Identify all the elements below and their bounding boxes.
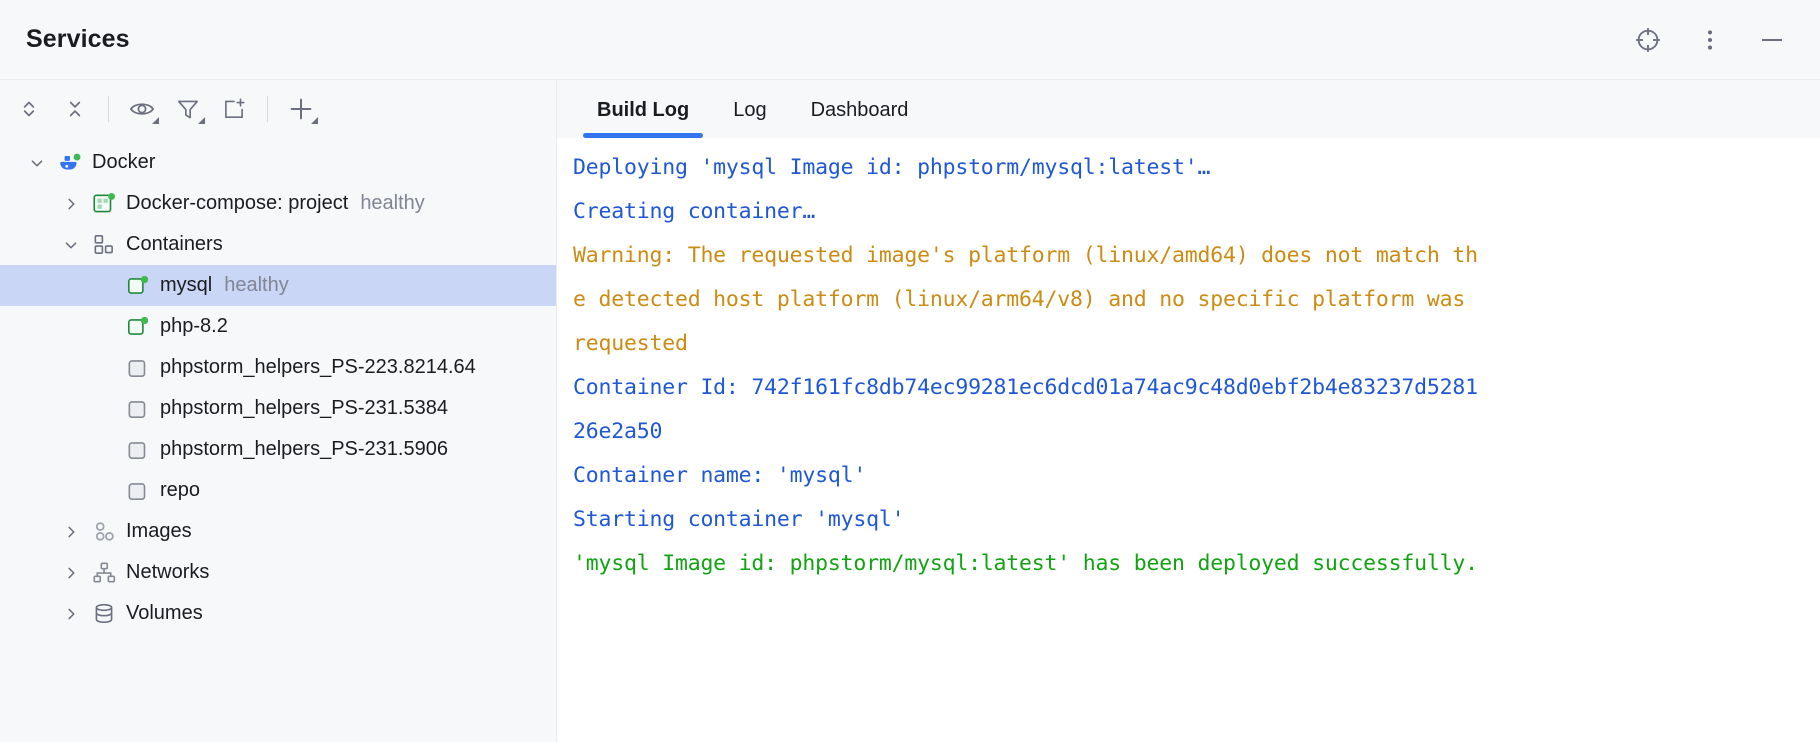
chevron-right-icon[interactable] — [54, 562, 88, 584]
tree-node-label: phpstorm_helpers_PS-231.5906 — [160, 438, 448, 461]
chevron-right-icon[interactable] — [54, 603, 88, 625]
tree-node-label: php-8.2 — [160, 315, 228, 338]
tree-node-label: phpstorm_helpers_PS-223.8214.64 — [160, 356, 476, 379]
docker-icon — [54, 150, 86, 176]
chevron-right-icon[interactable] — [54, 521, 88, 543]
container-stopped-icon — [122, 478, 154, 504]
log-line: e detected host platform (linux/arm64/v8… — [565, 278, 1820, 322]
tree-node-networks[interactable]: Networks — [0, 552, 556, 593]
tree-node-label: repo — [160, 479, 200, 502]
containers-icon — [88, 232, 120, 258]
add-icon[interactable] — [278, 86, 324, 132]
container-stopped-icon — [122, 355, 154, 381]
tree-toolbar — [0, 80, 556, 138]
chevron-down-icon[interactable] — [20, 152, 54, 174]
images-icon — [88, 519, 120, 545]
log-line: Warning: The requested image's platform … — [565, 234, 1820, 278]
tree-node-containers[interactable]: Containers — [0, 224, 556, 265]
locate-icon[interactable] — [1628, 20, 1668, 60]
tree-node-label: Containers — [126, 233, 223, 256]
tree-node-label: Networks — [126, 561, 209, 584]
view-options-icon[interactable] — [119, 86, 165, 132]
services-tool-window: Services — [0, 0, 1820, 742]
log-line: Container name: 'mysql' — [565, 454, 1820, 498]
tree-node-php-8-2[interactable]: php-8.2 — [0, 306, 556, 347]
log-tabs[interactable]: Build LogLogDashboard — [557, 80, 1820, 138]
tree-node-label: Images — [126, 520, 192, 543]
tree-node-images[interactable]: Images — [0, 511, 556, 552]
tree-node-volumes[interactable]: Volumes — [0, 593, 556, 634]
tab-dashboard[interactable]: Dashboard — [789, 82, 931, 138]
minimize-icon[interactable] — [1752, 20, 1792, 60]
tree-node-phpstorm-helpers-ps-231-5906[interactable]: phpstorm_helpers_PS-231.5906 — [0, 429, 556, 470]
container-stopped-icon — [122, 437, 154, 463]
networks-icon — [88, 560, 120, 586]
toolbar-separator-2 — [267, 96, 268, 122]
container-stopped-icon — [122, 396, 154, 422]
chevron-down-icon[interactable] — [54, 234, 88, 256]
log-line: 'mysql Image id: phpstorm/mysql:latest' … — [565, 542, 1820, 586]
toolbar-separator-1 — [108, 96, 109, 122]
tree-node-docker[interactable]: Docker — [0, 142, 556, 183]
title-bar: Services — [0, 0, 1820, 80]
log-line: 26e2a50 — [565, 410, 1820, 454]
volumes-icon — [88, 601, 120, 627]
compose-icon — [88, 191, 120, 217]
log-line: Creating container… — [565, 190, 1820, 234]
log-scroll-area[interactable]: Deploying 'mysql Image id: phpstorm/mysq… — [557, 138, 1820, 742]
chevron-right-icon[interactable] — [54, 193, 88, 215]
log-line: requested — [565, 322, 1820, 366]
tree-node-phpstorm-helpers-ps-231-5384[interactable]: phpstorm_helpers_PS-231.5384 — [0, 388, 556, 429]
log-pane: Build LogLogDashboard Deploying 'mysql I… — [557, 80, 1820, 742]
tree-node-phpstorm-helpers-ps-223-8214-64[interactable]: phpstorm_helpers_PS-223.8214.64 — [0, 347, 556, 388]
window-body: Docker Docker-compose: project healthy Co… — [0, 80, 1820, 742]
tree-node-mysql[interactable]: mysql healthy — [0, 265, 556, 306]
tree-node-label: Volumes — [126, 602, 203, 625]
tree-node-label: Docker — [92, 151, 155, 174]
log-line: Deploying 'mysql Image id: phpstorm/mysq… — [565, 146, 1820, 190]
build-log-content: Deploying 'mysql Image id: phpstorm/mysq… — [565, 146, 1820, 586]
services-tree-pane: Docker Docker-compose: project healthy Co… — [0, 80, 557, 742]
tree-node-label: mysql — [160, 274, 212, 297]
collapse-all-icon[interactable] — [52, 86, 98, 132]
title-bar-actions — [1628, 20, 1798, 60]
page-title: Services — [26, 25, 130, 54]
log-line: Container Id: 742f161fc8db74ec99281ec6dc… — [565, 366, 1820, 410]
container-running-icon — [122, 314, 154, 340]
tree-node-docker-compose-project[interactable]: Docker-compose: project healthy — [0, 183, 556, 224]
expand-all-icon[interactable] — [6, 86, 52, 132]
tree-node-label: Docker-compose: project — [126, 192, 348, 215]
filter-icon[interactable] — [165, 86, 211, 132]
tree-node-label: phpstorm_helpers_PS-231.5384 — [160, 397, 448, 420]
add-tab-icon[interactable] — [211, 86, 257, 132]
tree-node-repo[interactable]: repo — [0, 470, 556, 511]
log-line: Starting container 'mysql' — [565, 498, 1820, 542]
status-badge: healthy — [360, 192, 425, 215]
more-options-icon[interactable] — [1690, 20, 1730, 60]
tab-build-log[interactable]: Build Log — [575, 82, 711, 138]
container-running-icon — [122, 273, 154, 299]
services-tree[interactable]: Docker Docker-compose: project healthy Co… — [0, 138, 556, 742]
tab-log[interactable]: Log — [711, 82, 788, 138]
status-badge: healthy — [224, 274, 289, 297]
